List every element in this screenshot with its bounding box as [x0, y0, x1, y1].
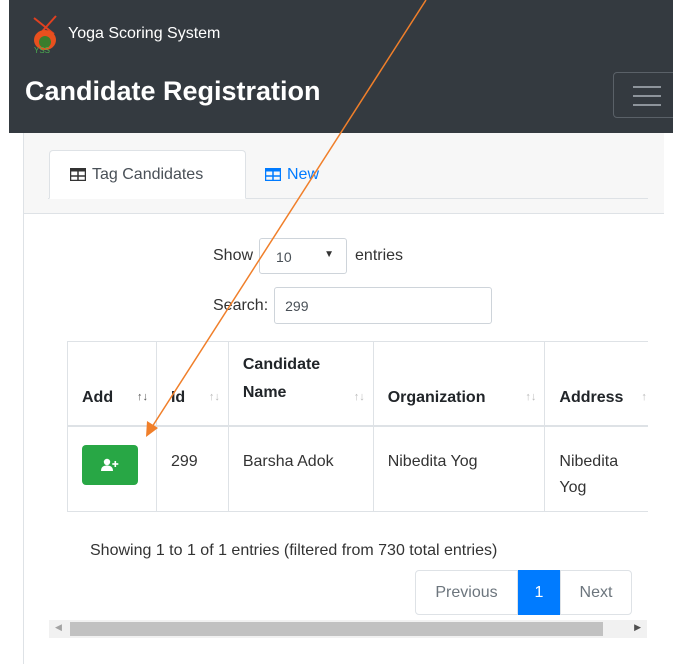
table-icon: [70, 168, 86, 181]
sort-icon: ↑↓: [136, 390, 148, 403]
search-label: Search:: [213, 296, 269, 314]
user-plus-icon: [101, 458, 119, 471]
id-cell: 299: [155, 425, 229, 512]
add-candidate-button[interactable]: [82, 444, 138, 485]
tab-label: New: [287, 165, 320, 183]
next-page-button[interactable]: Next: [560, 570, 632, 615]
page-title: Candidate Registration: [25, 76, 321, 106]
column-header-label: Id: [170, 388, 186, 406]
search-control: Search: 299: [213, 287, 493, 324]
entries-select[interactable]: 10 ▼: [259, 238, 348, 274]
column-header-candidate-name[interactable]: Candidate Name ↑↓: [227, 341, 374, 427]
card-header: Tag Candidates New: [24, 133, 664, 214]
tab-new[interactable]: New: [265, 150, 319, 199]
brand[interactable]: YSS Yoga Scoring System: [28, 14, 221, 55]
column-header-label: Add: [82, 388, 114, 406]
hamburger-icon-bar: [633, 95, 661, 97]
brand-name: Yoga Scoring System: [68, 25, 221, 42]
table-row: 299 Barsha Adok Nibedita Yog Nibedita Yo…: [67, 425, 648, 512]
candidates-table-container[interactable]: Add ↑↓ Id ↑↓ Candidate Name ↑↓ Organizat…: [67, 341, 648, 513]
pagination: Previous 1 Next: [415, 570, 632, 615]
scroll-left-icon[interactable]: ◀: [55, 622, 62, 633]
entries-length-control: Show 10 ▼ entries: [213, 238, 403, 274]
sort-icon: ↑↓: [353, 390, 365, 403]
column-header-label: Organization: [387, 388, 486, 406]
hamburger-icon: [633, 86, 661, 88]
organization-cell: Nibedita Yog: [372, 425, 546, 512]
entries-select-value: 10: [276, 249, 292, 265]
show-label: Show: [213, 247, 254, 264]
yoga-logo-icon: YSS: [28, 14, 62, 55]
previous-page-button[interactable]: Previous: [415, 570, 518, 615]
column-header-organization[interactable]: Organization ↑↓: [372, 341, 546, 427]
address-cell: Nibedita Yog: [544, 425, 648, 512]
tab-label: Tag Candidates: [92, 165, 204, 183]
scroll-right-icon[interactable]: ▶: [634, 622, 641, 633]
chevron-down-icon: ▼: [324, 249, 335, 260]
candidate-name-cell: Barsha Adok: [227, 425, 374, 512]
column-header-id[interactable]: Id ↑↓: [155, 341, 229, 427]
navbar-toggle-button[interactable]: [613, 72, 673, 118]
column-header-add[interactable]: Add ↑↓: [67, 341, 157, 427]
column-header-label: Address: [559, 388, 624, 406]
horizontal-scrollbar[interactable]: ◀ ▶: [49, 620, 647, 638]
tab-tag-candidates[interactable]: Tag Candidates: [49, 150, 246, 199]
hamburger-icon-bar: [633, 104, 661, 106]
add-cell: [67, 425, 157, 512]
table-info: Showing 1 to 1 of 1 entries (filtered fr…: [90, 542, 498, 559]
scrollbar-thumb[interactable]: [70, 622, 603, 636]
sort-icon: ↑↓: [525, 390, 537, 403]
entries-label: entries: [355, 247, 404, 264]
column-header-address[interactable]: Address ↑: [544, 341, 648, 427]
sort-icon: ↑↓: [208, 390, 220, 403]
candidates-table: Add ↑↓ Id ↑↓ Candidate Name ↑↓ Organizat…: [67, 341, 648, 512]
svg-text:YSS: YSS: [34, 46, 50, 54]
column-header-label: Candidate Name: [242, 355, 321, 401]
search-input-value: 299: [285, 297, 309, 314]
page-1-button[interactable]: 1: [518, 570, 560, 615]
navbar: YSS Yoga Scoring System Candidate Regist…: [9, 0, 673, 133]
search-input[interactable]: 299: [274, 287, 493, 324]
table-icon: [265, 168, 281, 181]
sort-icon: ↑: [641, 390, 647, 403]
address-text: Nibedita Yog: [559, 452, 619, 496]
